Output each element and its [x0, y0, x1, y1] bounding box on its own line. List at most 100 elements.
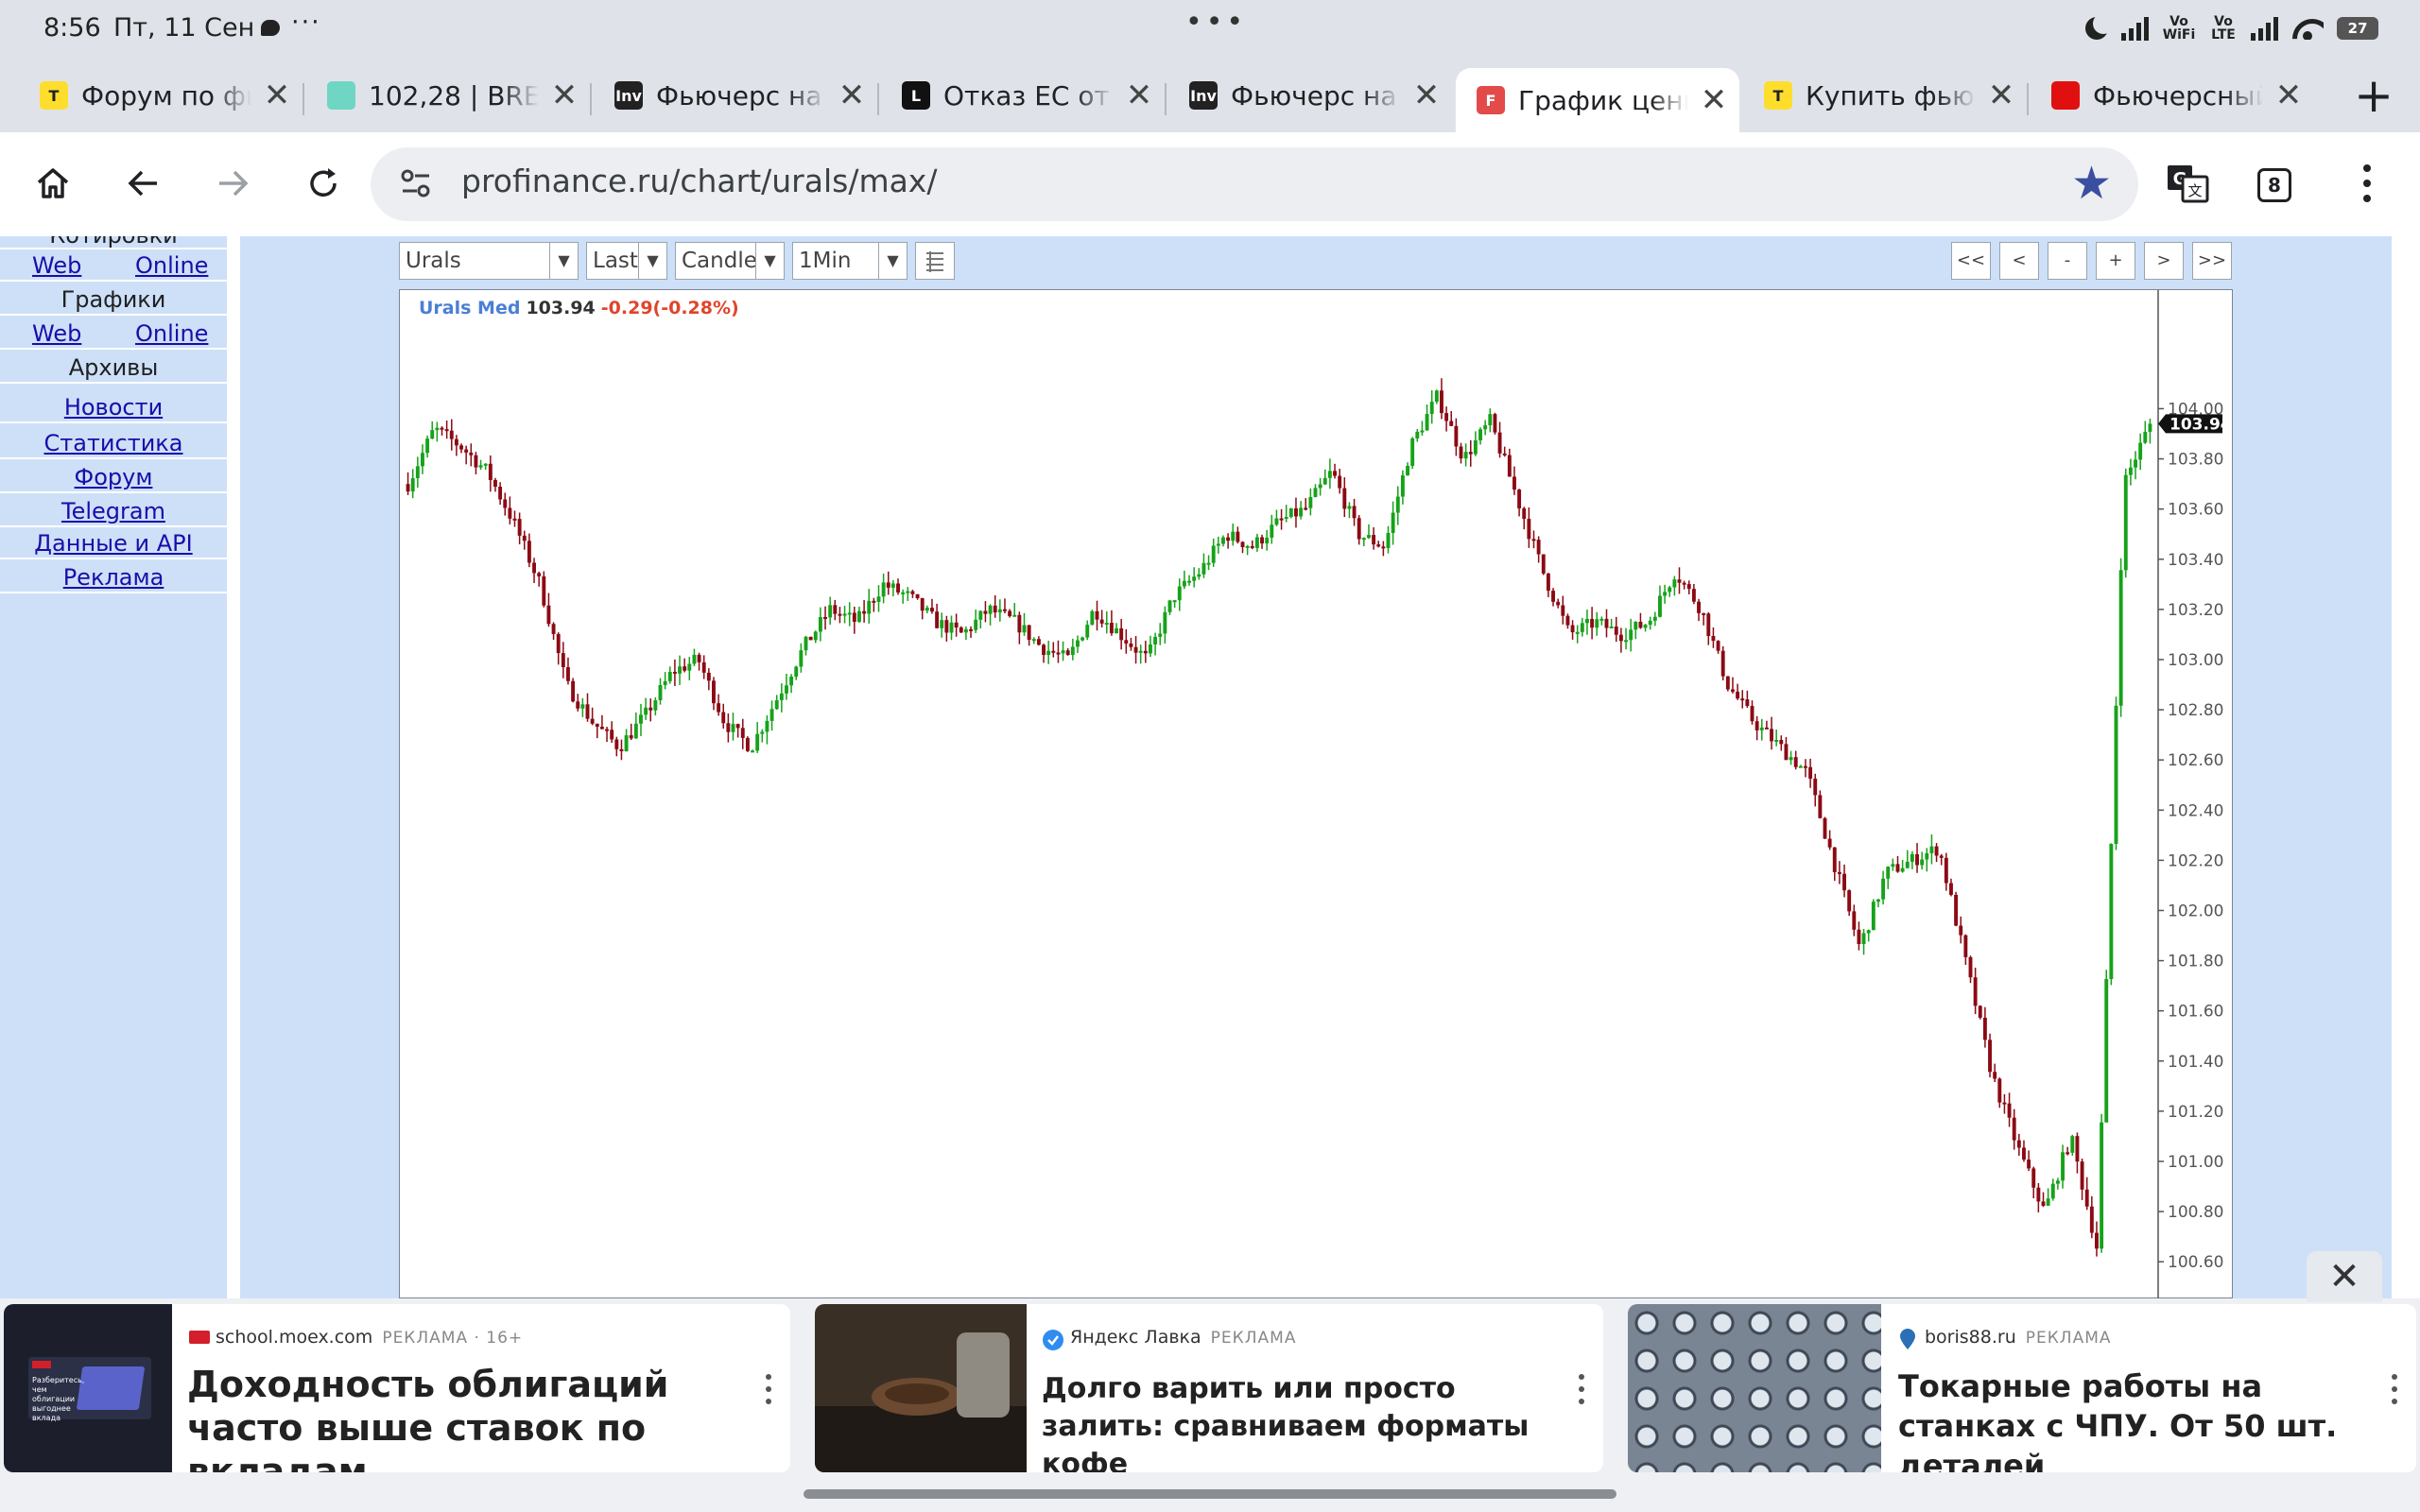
price-type-select[interactable]: Last ▼ [586, 242, 667, 280]
chart-nav-next-button[interactable]: > [2144, 242, 2184, 280]
candle-down [706, 672, 711, 681]
ad-card-lavka[interactable]: Яндекс Лавка РЕКЛАМА Долго варить или про… [815, 1304, 1603, 1472]
sidebar-link-data-api[interactable]: Данные и API [0, 527, 227, 559]
candle-up [1211, 545, 1216, 563]
forward-button[interactable] [202, 153, 263, 214]
sidebar-link-data-api-text[interactable]: Данные и API [34, 530, 192, 557]
translate-button[interactable]: G文 [2157, 153, 2218, 214]
chart-nav-last-button[interactable]: >> [2192, 242, 2232, 280]
url-text[interactable]: profinance.ru/chart/urals/max/ [461, 163, 937, 199]
tab-close-icon[interactable]: ✕ [838, 77, 866, 114]
tab-2[interactable]: 102,28 | BRENT ✕ [306, 68, 590, 123]
sidebar-link-telegram-text[interactable]: Telegram [61, 498, 165, 524]
candle-down [1507, 455, 1512, 477]
candle-down [503, 499, 508, 508]
ad-source: school.moex.com РЕКЛАМА · 16+ [216, 1327, 523, 1348]
candle-down [1691, 589, 1696, 602]
bookmark-star-icon[interactable]: ★ [2071, 157, 2112, 210]
new-tab-button[interactable]: + [2354, 68, 2394, 123]
status-icons: Vo WiFi Vo LTE 27 [2085, 9, 2378, 47]
back-button[interactable] [113, 153, 174, 214]
sidebar-link-statistics[interactable]: Статистика [0, 427, 227, 459]
candle-down [1352, 506, 1357, 519]
home-button[interactable] [23, 153, 83, 214]
candle-down [629, 735, 633, 739]
candlestick-chart[interactable]: 104.00 103.80 103.60 103.40 103.20 103.00 102.… [399, 289, 2233, 1298]
browser-menu-icon[interactable] [2358, 164, 2377, 206]
sidebar-link-charts-online[interactable]: Online [135, 318, 208, 350]
ad-more-icon[interactable] [764, 1370, 773, 1408]
window-handle-icon[interactable]: ••• [1185, 6, 1247, 39]
sidebar-link-ads-text[interactable]: Реклама [63, 564, 164, 591]
ad-card-moex[interactable]: Разберитесь, чем облигации выгоднее вкла… [4, 1304, 790, 1472]
tab-close-icon[interactable]: ✕ [1125, 77, 1153, 114]
candle-down [1459, 446, 1463, 459]
candle-down [1036, 639, 1041, 645]
site-settings-icon[interactable] [399, 166, 433, 200]
tab-close-icon[interactable]: ✕ [263, 77, 291, 114]
home-indicator[interactable] [804, 1489, 1616, 1499]
candle-up [1361, 538, 1366, 541]
tab-7[interactable]: T Купить фьючерс ✕ [1743, 68, 2027, 123]
reload-button[interactable] [293, 153, 354, 214]
tab-4[interactable]: L Отказ ЕС от газа ✕ [881, 68, 1165, 123]
sidebar-link-telegram[interactable]: Telegram [0, 495, 227, 527]
chart-nav-first-button[interactable]: << [1951, 242, 1991, 280]
ad-more-icon[interactable] [2390, 1370, 2399, 1408]
candle-up [1910, 853, 1914, 862]
ad-more-icon[interactable] [1577, 1370, 1586, 1408]
sidebar-link-news-text[interactable]: Новости [64, 394, 163, 421]
chart-nav-zoom-out-button[interactable]: - [2048, 242, 2087, 280]
sidebar-link-ads[interactable]: Реклама [0, 561, 227, 593]
symbol-select[interactable]: Urals ▼ [399, 242, 579, 280]
sidebar-link-forum-text[interactable]: Форум [75, 464, 153, 490]
candle-up [483, 463, 488, 466]
candle-up [1245, 545, 1250, 548]
chevron-down-icon: ▼ [755, 243, 784, 279]
tab-close-icon[interactable]: ✕ [1412, 77, 1441, 114]
candle-down [1702, 612, 1706, 615]
sidebar-link-quotes-online[interactable]: Online [135, 249, 208, 282]
tab-close-icon[interactable]: ✕ [1700, 81, 1728, 119]
sidebar-link-forum[interactable]: Форум [0, 461, 227, 493]
chart-nav-prev-button[interactable]: < [1999, 242, 2039, 280]
candle-down [1003, 609, 1007, 611]
candle-down [1779, 739, 1784, 745]
candle-up [1488, 414, 1493, 426]
tab-3[interactable]: Inv Фьючерс на нефть ✕ [594, 68, 877, 123]
candle-down [872, 600, 876, 603]
legend-last-value: 103.94 [526, 298, 596, 318]
tab-close-icon[interactable]: ✕ [550, 77, 579, 114]
ad-title[interactable]: Токарные работы на станках с ЧПУ. От 50 … [1898, 1366, 2380, 1472]
vowifi-icon: Vo WiFi [2162, 14, 2196, 43]
chart-canvas[interactable]: 104.00103.80103.60103.40103.20103.00102.… [400, 290, 2234, 1298]
ad-title[interactable]: Долго варить или просто залить: сравнива… [1042, 1370, 1552, 1472]
tab-8[interactable]: Фьючерсный рынок ✕ [2031, 68, 2314, 123]
address-bar[interactable]: profinance.ru/chart/urals/max/ ★ [371, 147, 2138, 221]
tab-title: Форум по фьючерсам [81, 79, 251, 112]
tab-title: Фьючерс на нефть [1231, 79, 1401, 112]
candle-up [667, 671, 672, 681]
candle-down [808, 636, 813, 641]
candle-up [1221, 537, 1225, 544]
candle-up [881, 582, 886, 597]
ad-title[interactable]: Доходность облигаций часто выше ставок п… [187, 1363, 735, 1472]
sidebar-link-news[interactable]: Новости [0, 391, 227, 423]
chart-nav-zoom-in-button[interactable]: + [2096, 242, 2135, 280]
tab-close-icon[interactable]: ✕ [2274, 77, 2303, 114]
tab-6[interactable]: F График цены Urals ✕ [1456, 68, 1739, 132]
ad-card-boris88[interactable]: boris88.ru РЕКЛАМА Токарные работы на ста… [1628, 1304, 2416, 1472]
sidebar-link-charts-web[interactable]: Web [32, 318, 81, 350]
chart-style-select[interactable]: Candle ▼ [675, 242, 785, 280]
tab-close-icon[interactable]: ✕ [1987, 77, 2015, 114]
sidebar-link-quotes-web[interactable]: Web [32, 249, 81, 282]
ad-close-button[interactable]: ✕ [2307, 1251, 2382, 1302]
sidebar-link-statistics-text[interactable]: Статистика [44, 430, 183, 456]
interval-select[interactable]: 1Min ▼ [792, 242, 908, 280]
tab-5[interactable]: Inv Фьючерс на нефть ✕ [1168, 68, 1452, 123]
tab-switcher-button[interactable]: 8 [2257, 168, 2291, 202]
tab-1[interactable]: T Форум по фьючерсам ✕ [19, 68, 302, 123]
chart-settings-button[interactable] [915, 242, 955, 280]
price-axis-label: 102.40 [2168, 801, 2223, 820]
candle-up [1900, 868, 1905, 872]
